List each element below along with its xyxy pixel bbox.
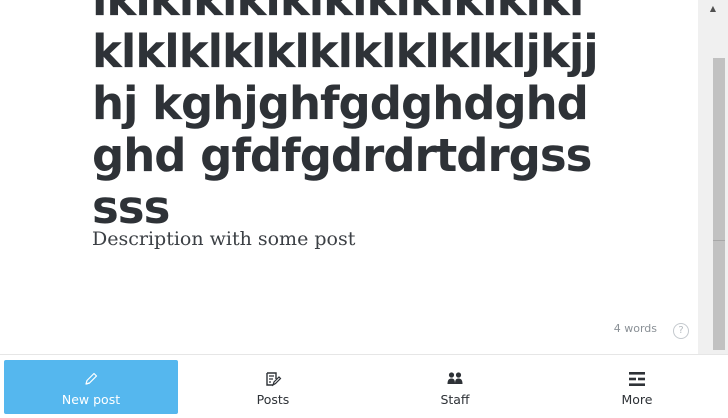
bottom-nav: New post Posts Staff More xyxy=(0,354,728,418)
post-title[interactable]: lklklklklklklklklklklkl klklklklklklklkl… xyxy=(92,0,612,234)
scroll-up-arrow-icon[interactable]: ▲ xyxy=(698,0,728,16)
posts-icon xyxy=(266,372,282,387)
pencil-icon xyxy=(85,372,98,385)
post-description[interactable]: Description with some post xyxy=(92,226,355,252)
help-icon[interactable]: ? xyxy=(673,323,689,339)
staff-tab[interactable]: Staff xyxy=(368,360,542,414)
post-editor: lklklklklklklklklklklkl klklklklklklklkl… xyxy=(0,0,698,354)
more-label: More xyxy=(621,392,653,407)
scrollbar-thumb[interactable] xyxy=(713,58,725,350)
word-count: 4 words xyxy=(613,322,657,335)
posts-label: Posts xyxy=(256,392,290,407)
vertical-scrollbar[interactable]: ▲ xyxy=(698,0,728,354)
posts-tab[interactable]: Posts xyxy=(186,360,360,414)
more-tab[interactable]: More xyxy=(550,360,724,414)
new-post-button[interactable]: New post xyxy=(4,360,178,414)
staff-icon xyxy=(447,372,463,384)
more-icon xyxy=(629,372,645,386)
new-post-label: New post xyxy=(61,392,121,407)
staff-label: Staff xyxy=(440,392,470,407)
